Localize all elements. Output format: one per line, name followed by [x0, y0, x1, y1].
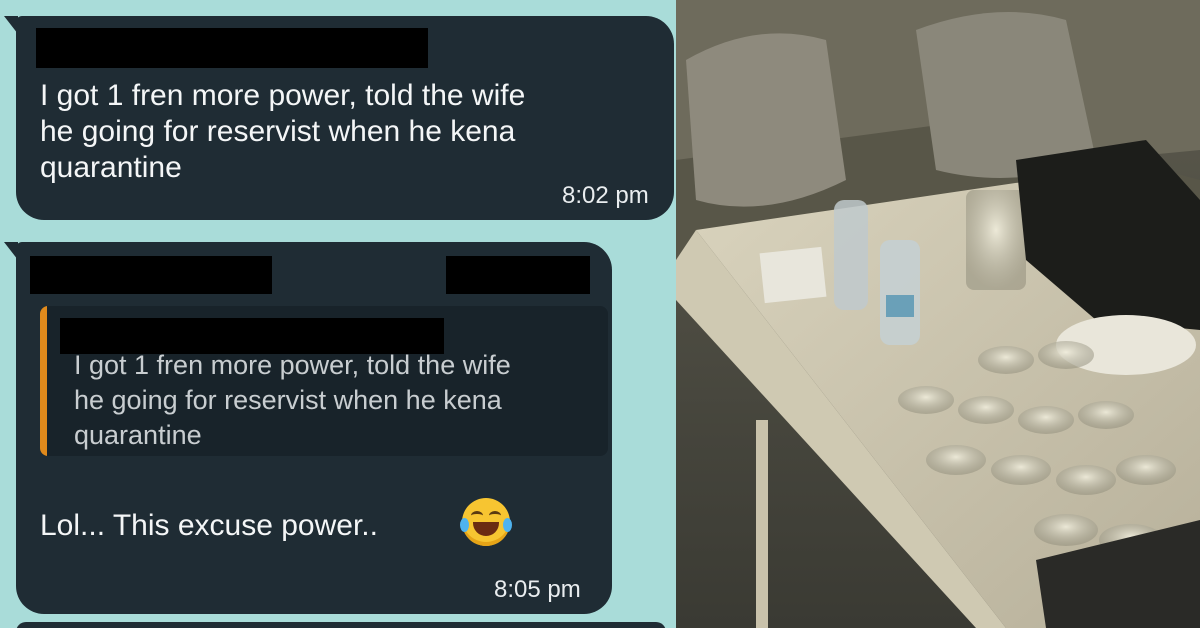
message-text: Lol... This excuse power.. [40, 509, 378, 542]
table-leg [756, 420, 768, 628]
room-photo [676, 0, 1200, 628]
message-bubble-1[interactable]: I got 1 fren more power, told the wife h… [16, 16, 674, 220]
napkin-box [759, 246, 827, 304]
chat-screenshot: I got 1 fren more power, told the wife h… [0, 0, 676, 628]
next-message-bubble-edge [16, 622, 666, 628]
message-bubble-2[interactable]: I got 1 fren more power, told the wife h… [16, 242, 612, 614]
face-with-tears-of-joy-icon [460, 498, 512, 546]
message-time: 8:05 pm [494, 576, 581, 603]
water-bottle [834, 200, 868, 310]
quote-accent-bar [40, 306, 47, 456]
water-bottle [880, 240, 920, 345]
redacted-sender-name [36, 28, 428, 68]
redacted-phone-number [446, 256, 590, 294]
message-text: I got 1 fren more power, told the wife h… [40, 79, 526, 184]
quoted-text: I got 1 fren more power, told the wife h… [74, 350, 511, 450]
photo-illustration [676, 0, 1200, 628]
message-time: 8:02 pm [562, 182, 649, 209]
cushion-left [686, 33, 846, 207]
redacted-sender-name [30, 256, 272, 294]
quoted-message[interactable]: I got 1 fren more power, told the wife h… [40, 306, 608, 456]
